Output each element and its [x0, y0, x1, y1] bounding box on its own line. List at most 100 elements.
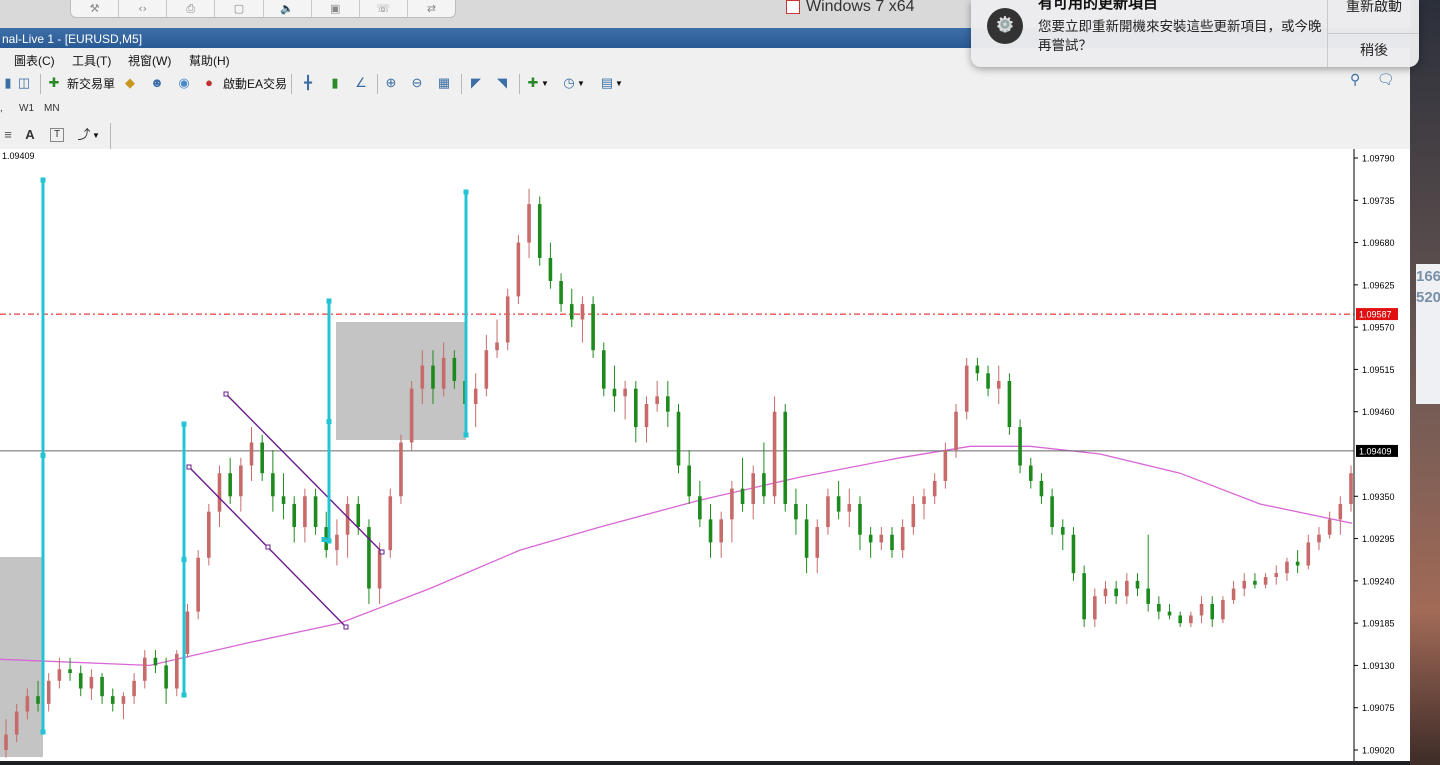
timeframe-d1-partial[interactable]: , — [0, 103, 3, 114]
host-camera-icon[interactable]: ▣ — [312, 0, 360, 17]
chart-area[interactable]: 1.09790 1.09735 1.09680 1.09625 1.09570 1.095… — [0, 149, 1410, 763]
bull-candle — [911, 503, 916, 528]
zoom-out-button[interactable]: ⊖ — [409, 73, 425, 93]
desktop-partial-widget: 166 520 — [1416, 264, 1440, 404]
host-drive-icon[interactable]: ▢ — [215, 0, 264, 17]
host-speaker-icon[interactable]: 🔈 — [264, 0, 312, 17]
toolbar-separator — [461, 74, 462, 94]
price-axis[interactable]: 1.09790 1.09735 1.09680 1.09625 1.09570 1.095… — [1353, 149, 1398, 761]
trendline-anchor-point — [223, 391, 229, 397]
bear-candle — [452, 357, 457, 381]
drawing-toolbar: ≡ A T ⤴ ▼ — [0, 121, 1410, 150]
vm-tab[interactable]: Windows 7 x64 — [786, 0, 986, 14]
bear-candle — [431, 365, 435, 389]
bear-candle — [559, 281, 563, 305]
later-button[interactable]: 稍後 — [1328, 33, 1419, 67]
dropdown-arrow-icon: ▼ — [541, 78, 549, 88]
arrows-tool[interactable]: ⤴ ▼ — [76, 125, 99, 145]
price-axis-label: 1.09295 — [1362, 534, 1395, 544]
bear-candle — [666, 396, 670, 412]
candlestick-button[interactable]: ▮ — [327, 73, 343, 93]
bear-candle — [1253, 580, 1257, 585]
autotrading-button[interactable]: ● 啟動EA交易 — [201, 73, 287, 93]
bear-candle — [591, 304, 595, 351]
bear-candle — [100, 676, 104, 697]
profiles-button[interactable]: ▮ — [0, 73, 16, 93]
bull-candle — [1285, 561, 1289, 574]
host-phone-icon[interactable]: ☏ — [360, 0, 408, 17]
bear-candle — [1178, 615, 1183, 624]
moving-average-line — [0, 445, 1353, 667]
bear-candle — [1146, 588, 1150, 604]
periods-button[interactable]: ◷ ▼ — [561, 73, 585, 93]
bear-candle — [1210, 603, 1215, 620]
bear-candle — [698, 496, 702, 520]
price-axis-label: 1.09625 — [1362, 280, 1395, 290]
bear-candle — [601, 350, 606, 389]
bull-candle — [1103, 588, 1108, 597]
fibonacci-icon: ≡ — [4, 127, 12, 142]
chart-shift-button[interactable]: ◤ — [468, 73, 484, 93]
price-axis-label: 1.09020 — [1362, 746, 1395, 756]
bear-candle — [986, 373, 990, 389]
measure-anchor-point — [40, 177, 46, 183]
zoom-in-button[interactable]: ⊕ — [383, 73, 399, 93]
notification-body: 您要立即重新開機來安裝這些更新項目，或今晚再嘗試？ — [1038, 19, 1322, 54]
autoscroll-button[interactable]: ◥ — [494, 73, 510, 93]
chat-icon[interactable]: 🗨 — [1377, 72, 1395, 88]
market-button[interactable]: ◉ — [176, 73, 192, 93]
new-order-button[interactable]: ✚ 新交易單 — [46, 73, 115, 93]
price-axis-label: 1.09240 — [1362, 576, 1395, 586]
tile-windows-button[interactable]: ▦ — [436, 73, 452, 93]
bear-candle — [313, 496, 318, 528]
search-icon[interactable]: ⚲ — [1350, 72, 1360, 88]
ask-price-label: 1.09587 — [1359, 310, 1392, 320]
measure-anchor-point — [326, 298, 332, 304]
price-chart[interactable]: 1.09790 1.09735 1.09680 1.09625 1.09570 1.095… — [0, 149, 1410, 761]
textbox-tool[interactable]: T — [50, 125, 64, 145]
restart-button[interactable]: 重新啟動 — [1328, 0, 1419, 33]
bear-candle — [868, 534, 873, 543]
bear-candle — [1060, 527, 1065, 535]
templates-button[interactable]: ▤ ▼ — [599, 73, 623, 93]
bear-candle — [1157, 603, 1161, 612]
price-axis-label: 1.09075 — [1362, 703, 1395, 713]
host-printer-icon[interactable]: ⎙ — [167, 0, 216, 17]
bear-candle — [804, 519, 809, 558]
line-chart-button[interactable]: ∠ — [353, 73, 369, 93]
metaeditor-button[interactable]: ◆ — [122, 73, 138, 93]
menu-tools[interactable]: 工具(T) — [72, 52, 111, 69]
timeframe-w1[interactable]: W1 — [19, 103, 34, 114]
indicators-button[interactable]: ✚ ▼ — [525, 73, 549, 93]
host-usb-icon[interactable]: ⇄ — [408, 0, 455, 17]
bull-candle — [1189, 615, 1193, 624]
bear-candle — [367, 527, 371, 589]
update-notification[interactable]: ⚙ 有可用的更新項目 您要立即重新開機來安裝這些更新項目，或今晚再嘗試？ 重新啟… — [971, 0, 1419, 67]
chart-objects[interactable] — [40, 177, 469, 735]
bull-candle — [57, 669, 62, 681]
host-wrench-icon[interactable]: ⚒ — [71, 0, 120, 17]
menu-window[interactable]: 視窗(W) — [128, 52, 171, 69]
bear-candle — [783, 411, 788, 504]
standard-toolbar: ▮ ◫ ✚ 新交易單 ◆ ☻ ◉ ● 啟動EA交易 ╋ ▮ ∠ ⊕ ⊖ ▦ ◤ ◥ … — [0, 70, 1410, 98]
host-code-icon[interactable]: ‹› — [119, 0, 168, 17]
text-tool[interactable]: A — [22, 125, 38, 145]
chart-window-button[interactable]: ◫ — [16, 73, 32, 93]
bull-candle — [89, 676, 94, 689]
bear-candle — [1135, 580, 1140, 589]
arrows-icon: ⤴ — [77, 127, 91, 142]
bull-candle — [1242, 580, 1247, 589]
menu-chart[interactable]: 圖表(C) — [14, 52, 55, 69]
bull-candle — [207, 511, 211, 558]
fibonacci-tool[interactable]: ≡ — [0, 125, 16, 145]
bar-chart-button[interactable]: ╋ — [300, 73, 316, 93]
measure-anchor-point — [326, 419, 332, 424]
bear-candle — [1114, 588, 1118, 597]
bull-candle — [751, 473, 756, 504]
bar-chart-icon: ╋ — [304, 75, 312, 90]
menu-help[interactable]: 幫助(H) — [189, 52, 230, 69]
bull-candle — [1327, 519, 1332, 535]
accounts-button[interactable]: ☻ — [149, 73, 165, 93]
bull-candle — [239, 465, 243, 497]
timeframe-mn[interactable]: MN — [44, 103, 60, 114]
